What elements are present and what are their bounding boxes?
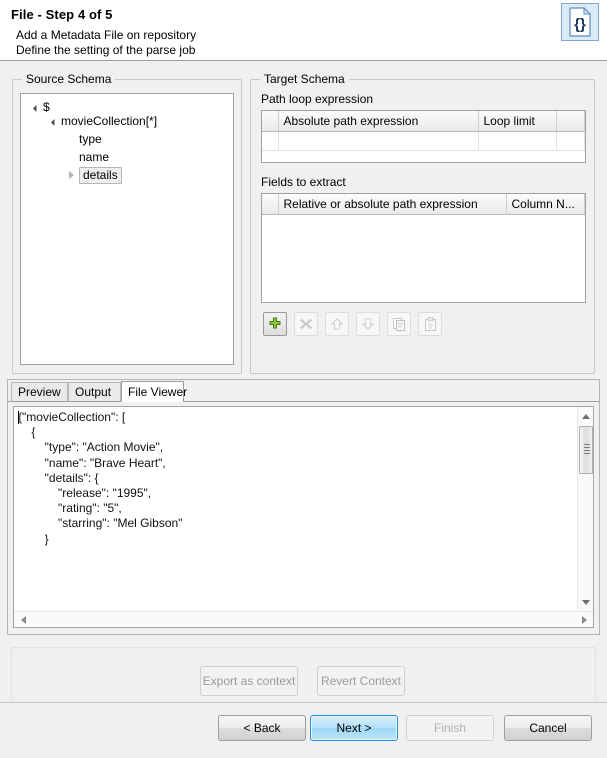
svg-text:{}: {} (574, 16, 586, 33)
plus-icon (269, 317, 281, 329)
wizard-footer: < Back Next > Finish Cancel (0, 702, 607, 758)
viewer-tabs: Preview Output File Viewer (8, 380, 599, 402)
scroll-right-button[interactable] (577, 613, 591, 627)
column-header-column-name[interactable]: Column N... (506, 194, 585, 215)
target-schema-group: Target Schema Path loop expression Absol… (250, 72, 595, 374)
file-viewer-panel: Preview Output File Viewer {"movieCollec… (7, 379, 600, 635)
move-up-button[interactable] (325, 312, 349, 336)
tree-node-name[interactable]: name (21, 148, 233, 166)
target-schema-label: Target Schema (260, 72, 349, 86)
path-loop-expression-label: Path loop expression (261, 92, 374, 106)
vertical-scroll-thumb[interactable] (579, 426, 593, 474)
back-button[interactable]: < Back (218, 715, 306, 741)
editor-horizontal-scrollbar[interactable] (14, 611, 593, 627)
paste-button[interactable] (418, 312, 442, 336)
copy-icon (392, 317, 405, 331)
scroll-left-button[interactable] (16, 613, 30, 627)
page-title: File - Step 4 of 5 (11, 7, 113, 22)
tab-output[interactable]: Output (68, 382, 121, 402)
arrow-up-icon (330, 318, 344, 330)
add-field-button[interactable] (263, 312, 287, 336)
cell-loop-limit[interactable] (478, 131, 557, 151)
tree-node-root[interactable]: $ (21, 94, 233, 114)
tab-preview[interactable]: Preview (11, 382, 68, 402)
scroll-up-button[interactable] (579, 409, 593, 423)
header-subtitle-1: Add a Metadata File on repository (16, 28, 197, 42)
row-selector-cell[interactable] (262, 131, 279, 151)
copy-button[interactable] (387, 312, 411, 336)
tree-node-details[interactable]: details (21, 166, 233, 184)
source-schema-group: Source Schema $ movieCollection[*] type … (12, 72, 242, 374)
tree-node-label: type (79, 132, 102, 146)
file-content-editor[interactable]: {"movieCollection": [ { "type": "Action … (13, 406, 594, 628)
row-selector-header (262, 194, 279, 215)
finish-button[interactable]: Finish (406, 715, 494, 741)
header-subtitle-2: Define the setting of the parse job (16, 43, 196, 57)
path-loop-expression-table[interactable]: Absolute path expression Loop limit (261, 110, 586, 163)
table-header-row: Relative or absolute path expression Col… (262, 194, 585, 215)
json-file-icon: {} (561, 3, 599, 41)
tree-node-label: movieCollection[*] (61, 114, 158, 128)
table-header-row: Absolute path expression Loop limit (262, 111, 585, 132)
table-row[interactable] (262, 131, 585, 151)
cancel-button[interactable]: Cancel (504, 715, 592, 741)
arrow-down-icon (361, 318, 375, 330)
tree-node-label: details (79, 167, 122, 184)
cross-icon (300, 318, 312, 330)
revert-context-button[interactable]: Revert Context (317, 666, 405, 696)
source-schema-label: Source Schema (22, 72, 116, 86)
export-as-context-button[interactable]: Export as context (200, 666, 298, 696)
tab-file-viewer[interactable]: File Viewer (121, 381, 187, 402)
next-button[interactable]: Next > (310, 715, 398, 741)
fields-to-extract-table[interactable]: Relative or absolute path expression Col… (261, 193, 586, 303)
fields-to-extract-label: Fields to extract (261, 175, 346, 189)
scroll-down-button[interactable] (579, 595, 593, 609)
file-content-text: {"movieCollection": [ { "type": "Action … (18, 410, 183, 546)
delete-field-button[interactable] (294, 312, 318, 336)
wizard-body: Source Schema $ movieCollection[*] type … (0, 61, 607, 709)
column-header-loop-limit[interactable]: Loop limit (478, 111, 557, 132)
move-down-button[interactable] (356, 312, 380, 336)
column-header-absolute-path[interactable]: Absolute path expression (278, 111, 479, 132)
source-schema-tree[interactable]: $ movieCollection[*] type name details (20, 93, 234, 365)
cell-filler (556, 131, 585, 151)
tree-node-type[interactable]: type (21, 130, 233, 148)
column-header-filler (556, 111, 585, 132)
tree-node-label: name (79, 150, 110, 164)
wizard-header: File - Step 4 of 5 Add a Metadata File o… (0, 0, 607, 61)
expander-closed-icon[interactable] (65, 166, 79, 184)
column-header-relative-or-absolute-path[interactable]: Relative or absolute path expression (278, 194, 507, 215)
page-title-main: File (11, 7, 34, 22)
page-title-separator: - (33, 7, 46, 22)
page-title-step: Step 4 of 5 (45, 7, 113, 22)
expander-open-icon[interactable] (47, 112, 61, 130)
tree-node-movie-collection[interactable]: movieCollection[*] (21, 112, 233, 130)
editor-vertical-scrollbar[interactable] (577, 407, 593, 611)
row-selector-header (262, 111, 279, 132)
paste-icon (424, 316, 436, 331)
cell-absolute-path-expression[interactable] (278, 131, 479, 151)
context-actions-group: Export as context Revert Context (11, 647, 596, 709)
